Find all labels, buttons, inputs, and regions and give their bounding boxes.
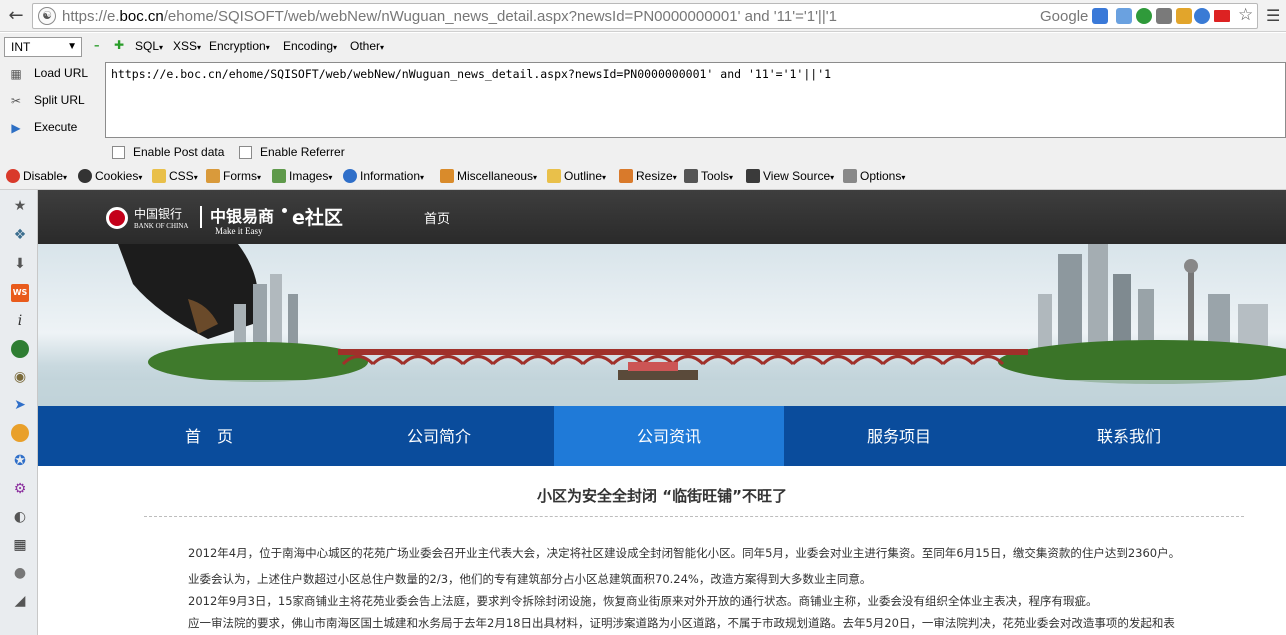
options-icon [843, 169, 857, 183]
dev-miscellaneous-menu[interactable]: Miscellaneous▾ [440, 169, 537, 183]
extension-windows-icon[interactable] [1176, 8, 1192, 24]
nav-company-news[interactable]: 公司资讯 [554, 406, 784, 466]
article-paragraph: 2012年4月，位于南海中心城区的花苑广场业委会召开业主代表大会，决定将社区建设… [188, 546, 1181, 560]
dev-tools-menu[interactable]: Tools▾ [684, 169, 733, 183]
resize-icon [619, 169, 633, 183]
brand-slogan: Make it Easy [215, 226, 263, 236]
logo-divider [200, 206, 202, 228]
decrease-icon[interactable]: – [94, 39, 100, 52]
hackbar-menu-xss[interactable]: XSS▾ [173, 39, 201, 53]
brand-dot [282, 208, 287, 213]
title-divider [144, 516, 1244, 517]
hackbar-url-textarea[interactable]: https://e.boc.cn/ehome/SQISOFT/web/webNe… [105, 62, 1286, 138]
header-home-link[interactable]: 首页 [424, 208, 450, 227]
google-g-icon[interactable] [1092, 8, 1108, 24]
eraser-icon[interactable]: ◢ [11, 592, 29, 610]
hackbar-menu-other[interactable]: Other▾ [350, 39, 384, 53]
dev-images-menu[interactable]: Images▾ [272, 169, 332, 183]
extension-swirl-icon[interactable] [1194, 8, 1210, 24]
bank-name-en: BANK OF CHINA [134, 222, 189, 230]
gear-purple-icon[interactable]: ⚙ [11, 480, 29, 498]
dev-options-menu[interactable]: Options▾ [843, 169, 905, 183]
dev-css-menu[interactable]: CSS▾ [152, 169, 198, 183]
address-url-text[interactable]: https://e.boc.cn/ehome/SQISOFT/web/webNe… [62, 8, 837, 25]
split-url-icon: ✂ [10, 94, 22, 108]
palette-icon[interactable]: ◐ [11, 508, 29, 526]
search-engine-label[interactable]: Google [1040, 8, 1088, 25]
enable-referrer-checkbox[interactable]: Enable Referrer [239, 145, 345, 160]
globe-grey-icon[interactable]: ● [11, 564, 29, 582]
load-url-icon: ▦ [10, 67, 22, 81]
puzzle-icon[interactable]: ❖ [11, 226, 29, 244]
cursor-select-icon[interactable]: ➤ [11, 396, 29, 414]
shield-green-icon[interactable] [11, 340, 29, 358]
page-globe-icon[interactable]: ☯ [38, 7, 56, 25]
information-icon [343, 169, 357, 183]
extension-g-icon[interactable] [1136, 8, 1152, 24]
e-community-title: e社区 [292, 207, 343, 229]
hackbar-menu-encoding[interactable]: Encoding▾ [283, 39, 337, 53]
dev-cookies-menu[interactable]: Cookies▾ [78, 169, 142, 183]
enable-post-checkbox[interactable]: Enable Post data [112, 145, 224, 160]
hackbar-type-select[interactable]: INT ▼ [4, 37, 82, 57]
dev-resize-menu[interactable]: Resize▾ [619, 169, 677, 183]
disable-icon [6, 169, 20, 183]
bookmark-star-icon[interactable]: ☆ [1238, 5, 1253, 25]
dev-view-source-menu[interactable]: View Source▾ [746, 169, 834, 183]
glasses-icon[interactable]: ◉ [11, 368, 29, 386]
checkbox-box[interactable] [112, 146, 125, 160]
ws-icon[interactable]: WS [11, 284, 29, 302]
nav-services[interactable]: 服务项目 [784, 406, 1014, 466]
bank-name-cn: 中国银行 [134, 207, 183, 221]
increase-icon[interactable]: ✚ [114, 38, 124, 52]
images-icon [272, 169, 286, 183]
split-url-button[interactable]: ✂ Split URL [8, 93, 85, 109]
dev-information-menu[interactable]: Information▾ [343, 169, 424, 183]
article-title: 小区为安全全封闭 “临街旺铺”不旺了 [537, 487, 787, 505]
nav-home[interactable]: 首 页 [94, 406, 324, 466]
view-source-icon [746, 169, 760, 183]
extension-iis-icon[interactable] [1156, 8, 1172, 24]
nav-contact[interactable]: 联系我们 [1014, 406, 1244, 466]
dev-outline-menu[interactable]: Outline▾ [547, 169, 606, 183]
layout-grid-icon[interactable]: ▦ [11, 536, 29, 554]
outline-pencil-icon [547, 169, 561, 183]
execute-button[interactable]: ▶ Execute [8, 120, 77, 136]
css-pencil-icon [152, 169, 166, 183]
firebug-icon[interactable] [11, 424, 29, 442]
dev-disable-menu[interactable]: Disable▾ [6, 169, 67, 183]
tools-icon [684, 169, 698, 183]
execute-icon: ▶ [11, 121, 21, 135]
article-paragraph: 2012年9月3日，15家商铺业主将花苑业委会告上法庭，要求判令拆除封闭设施，恢… [188, 594, 1098, 608]
swirl-icon[interactable]: ✪ [11, 452, 29, 470]
browser-menu-icon[interactable]: ☰ [1266, 6, 1280, 25]
banner-image [38, 244, 1286, 406]
china-flag-icon[interactable] [1214, 10, 1230, 22]
bank-of-china-logo[interactable] [106, 207, 128, 229]
dev-forms-menu[interactable]: Forms▾ [206, 169, 261, 183]
cookies-icon [78, 169, 92, 183]
back-arrow-icon[interactable]: ← [4, 5, 28, 27]
nav-company-intro[interactable]: 公司简介 [324, 406, 554, 466]
hackbar-menu-sql[interactable]: SQL▾ [135, 39, 163, 53]
article-paragraph: 业委会认为，上述住户数超过小区总住户数量的2/3，他们的专有建筑部分占小区总建筑… [188, 572, 872, 586]
checkbox-box[interactable] [239, 146, 252, 160]
brand-name-cn: 中银易商 [210, 207, 275, 226]
forms-icon [206, 169, 220, 183]
extension-grid-icon[interactable] [1116, 8, 1132, 24]
star-icon[interactable]: ★ [11, 197, 29, 215]
info-i-icon[interactable]: i [11, 312, 29, 330]
article-paragraph: 应一审法院的要求，佛山市南海区国土城建和水务局于去年2月18日出具材料，证明涉案… [188, 616, 1175, 630]
download-arrow-icon[interactable]: ⬇ [11, 255, 29, 273]
hackbar-menu-encryption[interactable]: Encryption▾ [209, 39, 270, 53]
miscellaneous-icon [440, 169, 454, 183]
load-url-button[interactable]: ▦ Load URL [8, 66, 88, 82]
